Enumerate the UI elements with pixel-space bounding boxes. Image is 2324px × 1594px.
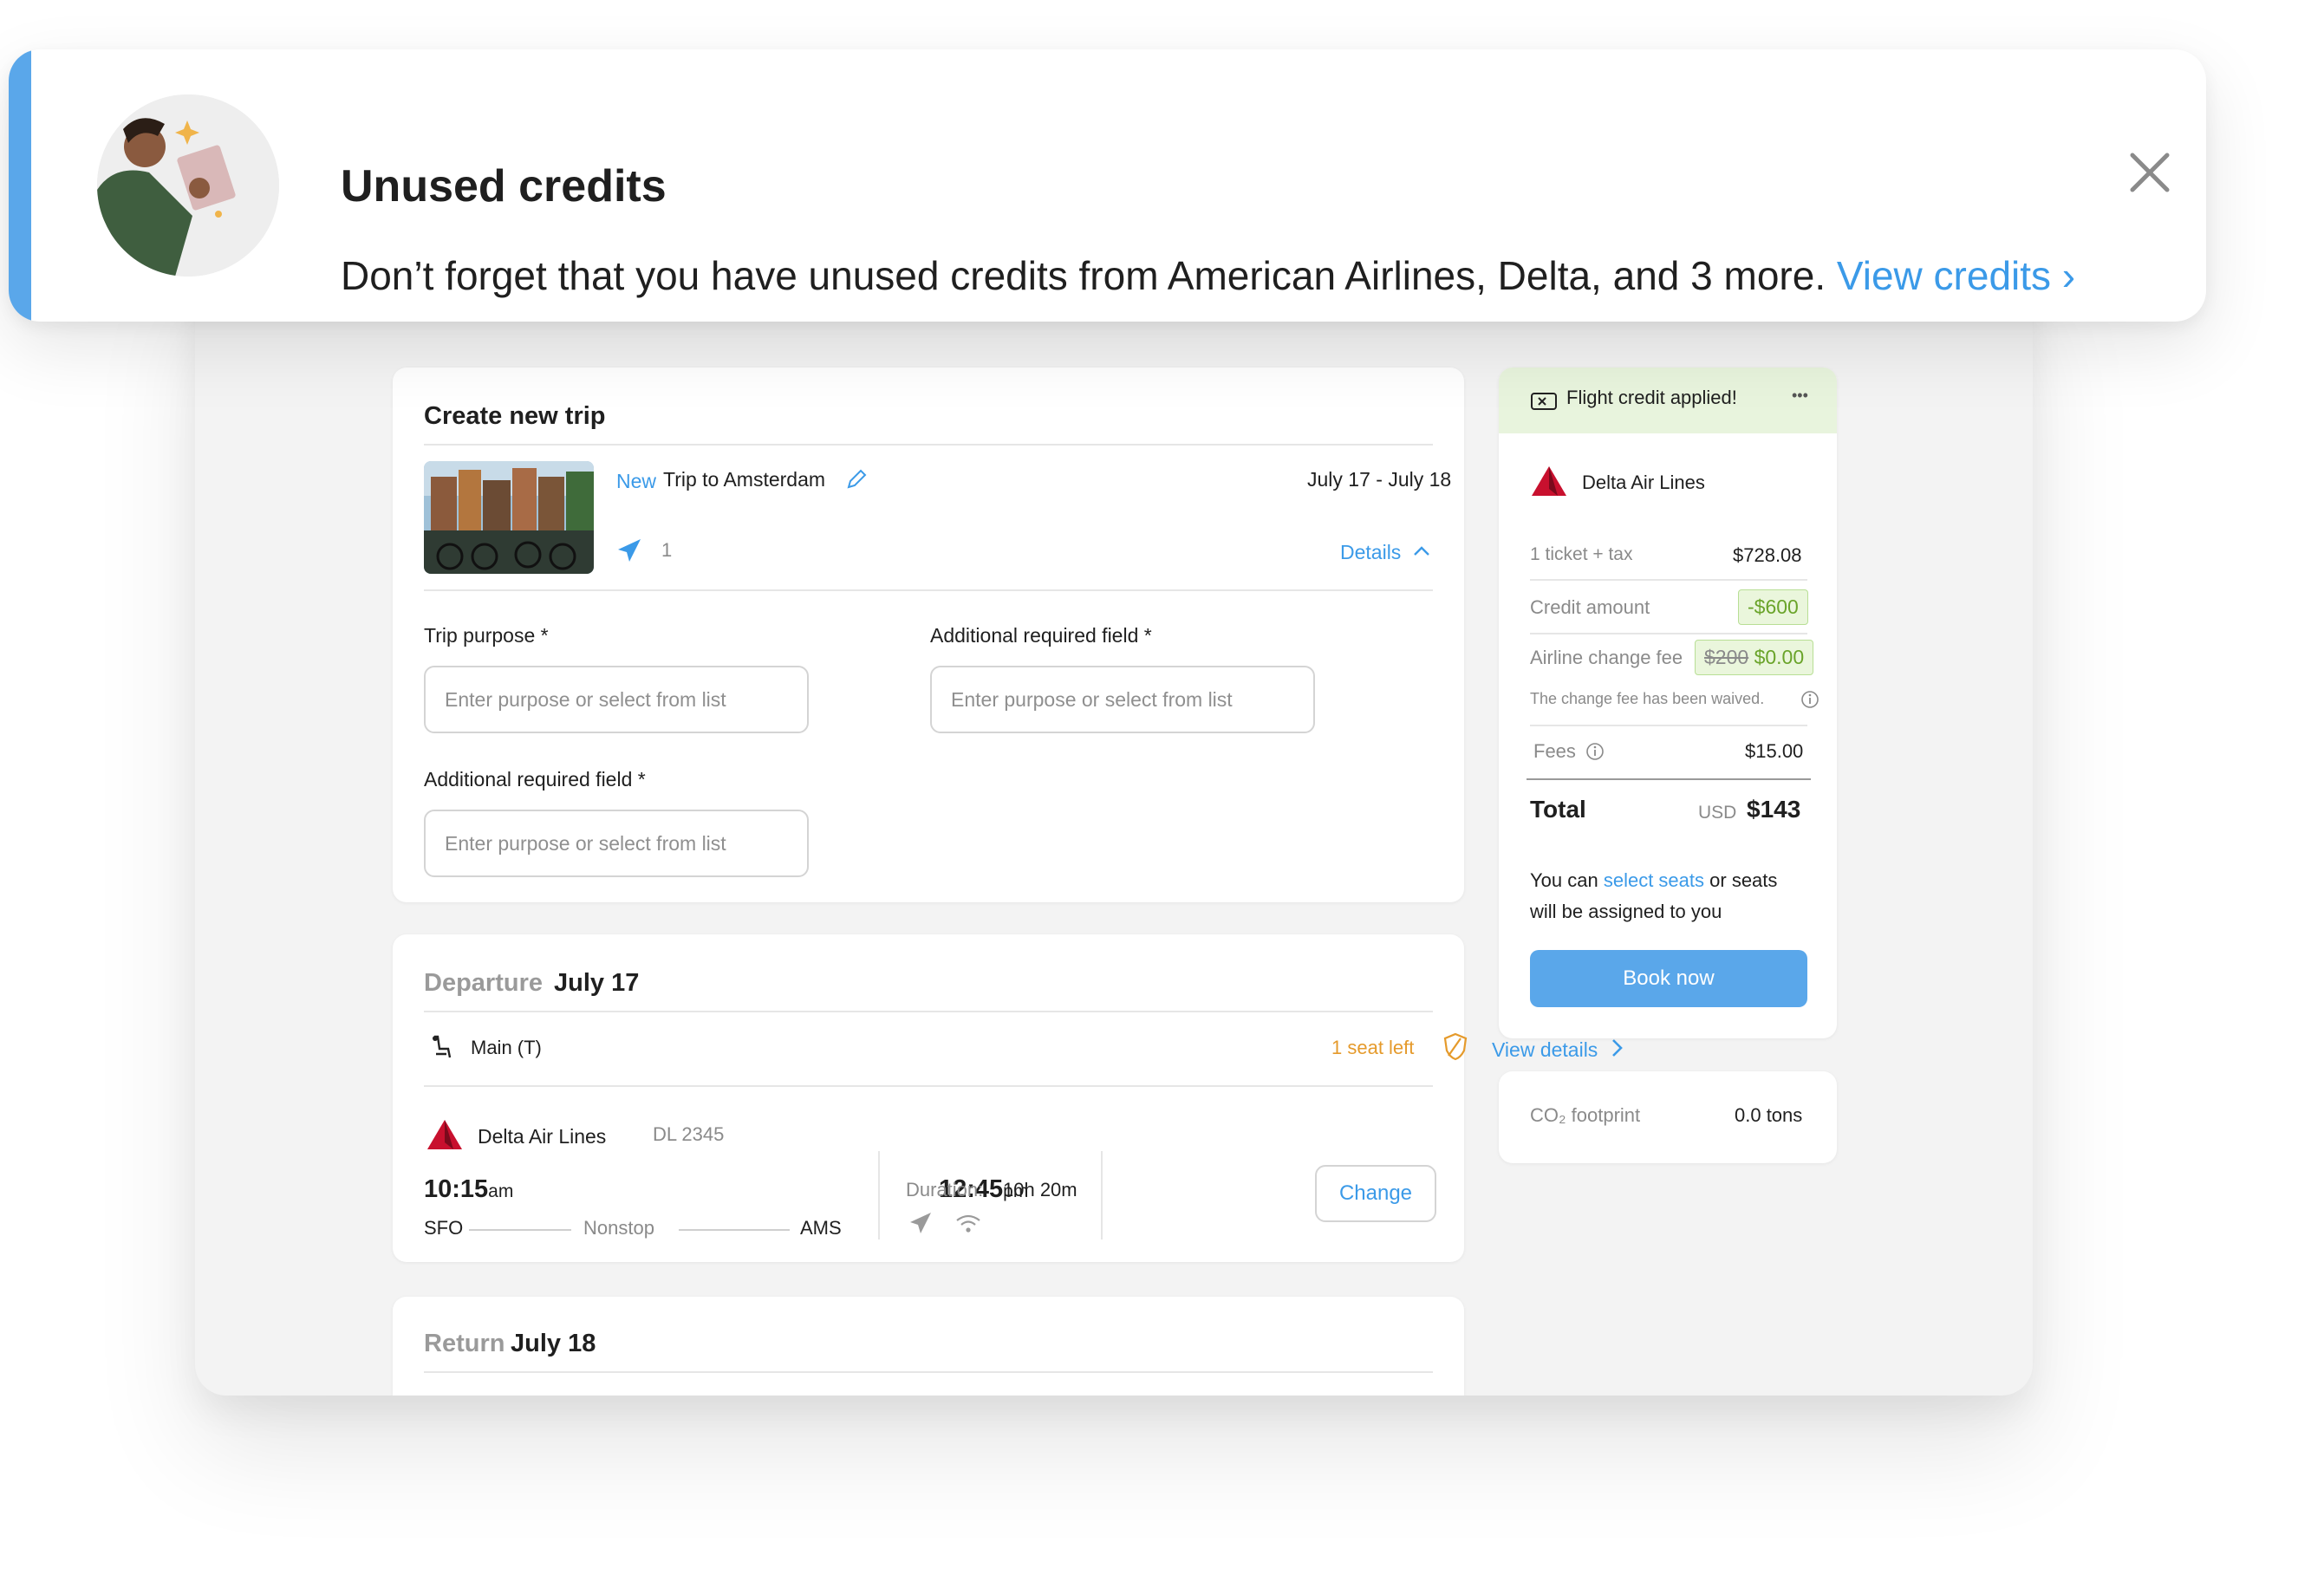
change-button[interactable]: Change	[1315, 1165, 1436, 1222]
new-tag: New	[616, 470, 657, 492]
additional-field-input-2[interactable]: Enter purpose or select from list	[424, 810, 809, 877]
price-summary-card: Flight credit applied! ••• Delta Air Lin…	[1499, 368, 1837, 1038]
details-link[interactable]: Details	[1340, 541, 1401, 564]
ticket-value: $728.08	[1733, 544, 1802, 566]
divider	[424, 1371, 1433, 1373]
divider	[424, 589, 1433, 591]
divider	[424, 1085, 1433, 1087]
delta-logo-icon	[426, 1118, 464, 1151]
departure-card: Departure July 17 Main (T) 1 seat left V…	[393, 934, 1623, 1262]
change-fee-value: $200 $0.00	[1695, 640, 1814, 675]
more-options-icon[interactable]: •••	[1792, 387, 1808, 405]
traveler-count: 1	[661, 539, 673, 561]
return-label: Return	[424, 1330, 505, 1357]
view-credits-link[interactable]: View credits ›	[1837, 253, 2075, 298]
summary-airline-name: Delta Air Lines	[1582, 472, 1705, 493]
fees-label: Fees	[1533, 740, 1576, 762]
seats-left: 1 seat left	[1331, 1037, 1415, 1058]
cabin-class: Main (T)	[471, 1037, 542, 1058]
vertical-divider	[1101, 1151, 1103, 1239]
route-line	[469, 1229, 571, 1231]
shield-icon	[1442, 1031, 1469, 1061]
depart-time: 10:15am	[424, 1175, 514, 1203]
route-line	[679, 1229, 790, 1231]
origin-code: SFO	[424, 1217, 464, 1239]
card-title: Create new trip	[424, 402, 606, 430]
total-label: Total	[1530, 796, 1586, 823]
banner-accent-bar	[9, 49, 31, 322]
app-window: Create new trip New Trip to Amsterdam Ju…	[195, 260, 2033, 1396]
fees-info-icon[interactable]	[1585, 742, 1605, 761]
chevron-right-icon[interactable]	[1606, 1037, 1627, 1059]
stops: Nonstop	[583, 1217, 654, 1239]
total-value: $143	[1747, 796, 1801, 823]
co2-label: CO₂ footprint	[1530, 1104, 1641, 1126]
additional-field-label: Additional required field *	[930, 624, 1152, 647]
divider	[1530, 725, 1807, 726]
duration-value: 10h 20m	[1003, 1179, 1077, 1200]
view-details-link[interactable]: View details	[1492, 1038, 1598, 1062]
total-currency: USD	[1698, 803, 1737, 823]
return-card: Return July 18	[393, 1297, 1464, 1396]
airline-name: Delta Air Lines	[478, 1125, 607, 1148]
chevron-up-icon[interactable]	[1411, 541, 1432, 562]
ticket-label: 1 ticket + tax	[1530, 544, 1633, 564]
banner-title: Unused credits	[341, 161, 667, 211]
trip-dates: July 17 - July 18	[1307, 468, 1452, 491]
departure-date: July 17	[554, 969, 640, 997]
edit-pencil-icon[interactable]	[843, 466, 869, 492]
duration-label: Duration:	[906, 1179, 984, 1200]
ticket-credit-icon	[1530, 390, 1558, 413]
credit-label: Credit amount	[1530, 596, 1650, 618]
departure-label: Departure	[424, 969, 543, 997]
wifi-icon	[954, 1212, 982, 1236]
divider	[1530, 579, 1807, 581]
vertical-divider	[878, 1151, 880, 1239]
change-fee-label: Airline change fee	[1530, 647, 1683, 668]
book-now-button[interactable]: Book now	[1530, 950, 1807, 1007]
waived-note: The change fee has been waived.	[1530, 690, 1765, 707]
create-trip-card: Create new trip New Trip to Amsterdam Ju…	[393, 368, 1464, 902]
trip-purpose-input[interactable]: Enter purpose or select from list	[424, 666, 809, 733]
co2-card: CO₂ footprint 0.0 tons	[1499, 1071, 1837, 1163]
flight-number: DL 2345	[653, 1123, 725, 1145]
additional-field-input[interactable]: Enter purpose or select from list	[930, 666, 1315, 733]
seat-icon	[427, 1033, 455, 1061]
co2-value: 0.0 tons	[1735, 1104, 1803, 1126]
divider	[1530, 633, 1807, 634]
banner-message: Don’t forget that you have unused credit…	[341, 253, 2076, 298]
close-icon[interactable]	[2124, 146, 2176, 198]
unused-credits-banner: Unused credits Don’t forget that you hav…	[9, 49, 2206, 322]
info-icon[interactable]	[1800, 690, 1819, 709]
delta-logo-icon	[1530, 465, 1568, 498]
fees-value: $15.00	[1745, 740, 1804, 762]
additional-field-label-2: Additional required field *	[424, 768, 646, 790]
destination-code: AMS	[800, 1217, 842, 1239]
trip-thumbnail	[424, 461, 594, 574]
select-seats-link[interactable]: select seats	[1604, 869, 1704, 891]
credit-value: -$600	[1738, 589, 1808, 625]
trip-purpose-label: Trip purpose *	[424, 624, 549, 647]
return-date: July 18	[511, 1330, 596, 1357]
divider	[1527, 778, 1811, 780]
airplane-icon	[615, 536, 644, 565]
seat-selection-note: You can select seats or seats will be as…	[1530, 869, 1778, 922]
airplane-amenity-icon	[908, 1210, 934, 1236]
divider	[424, 444, 1433, 446]
trip-name: Trip to Amsterdam	[663, 468, 826, 491]
traveler-illustration-icon	[97, 94, 279, 277]
credit-applied-text: Flight credit applied!	[1566, 387, 1737, 408]
divider	[424, 1011, 1433, 1012]
